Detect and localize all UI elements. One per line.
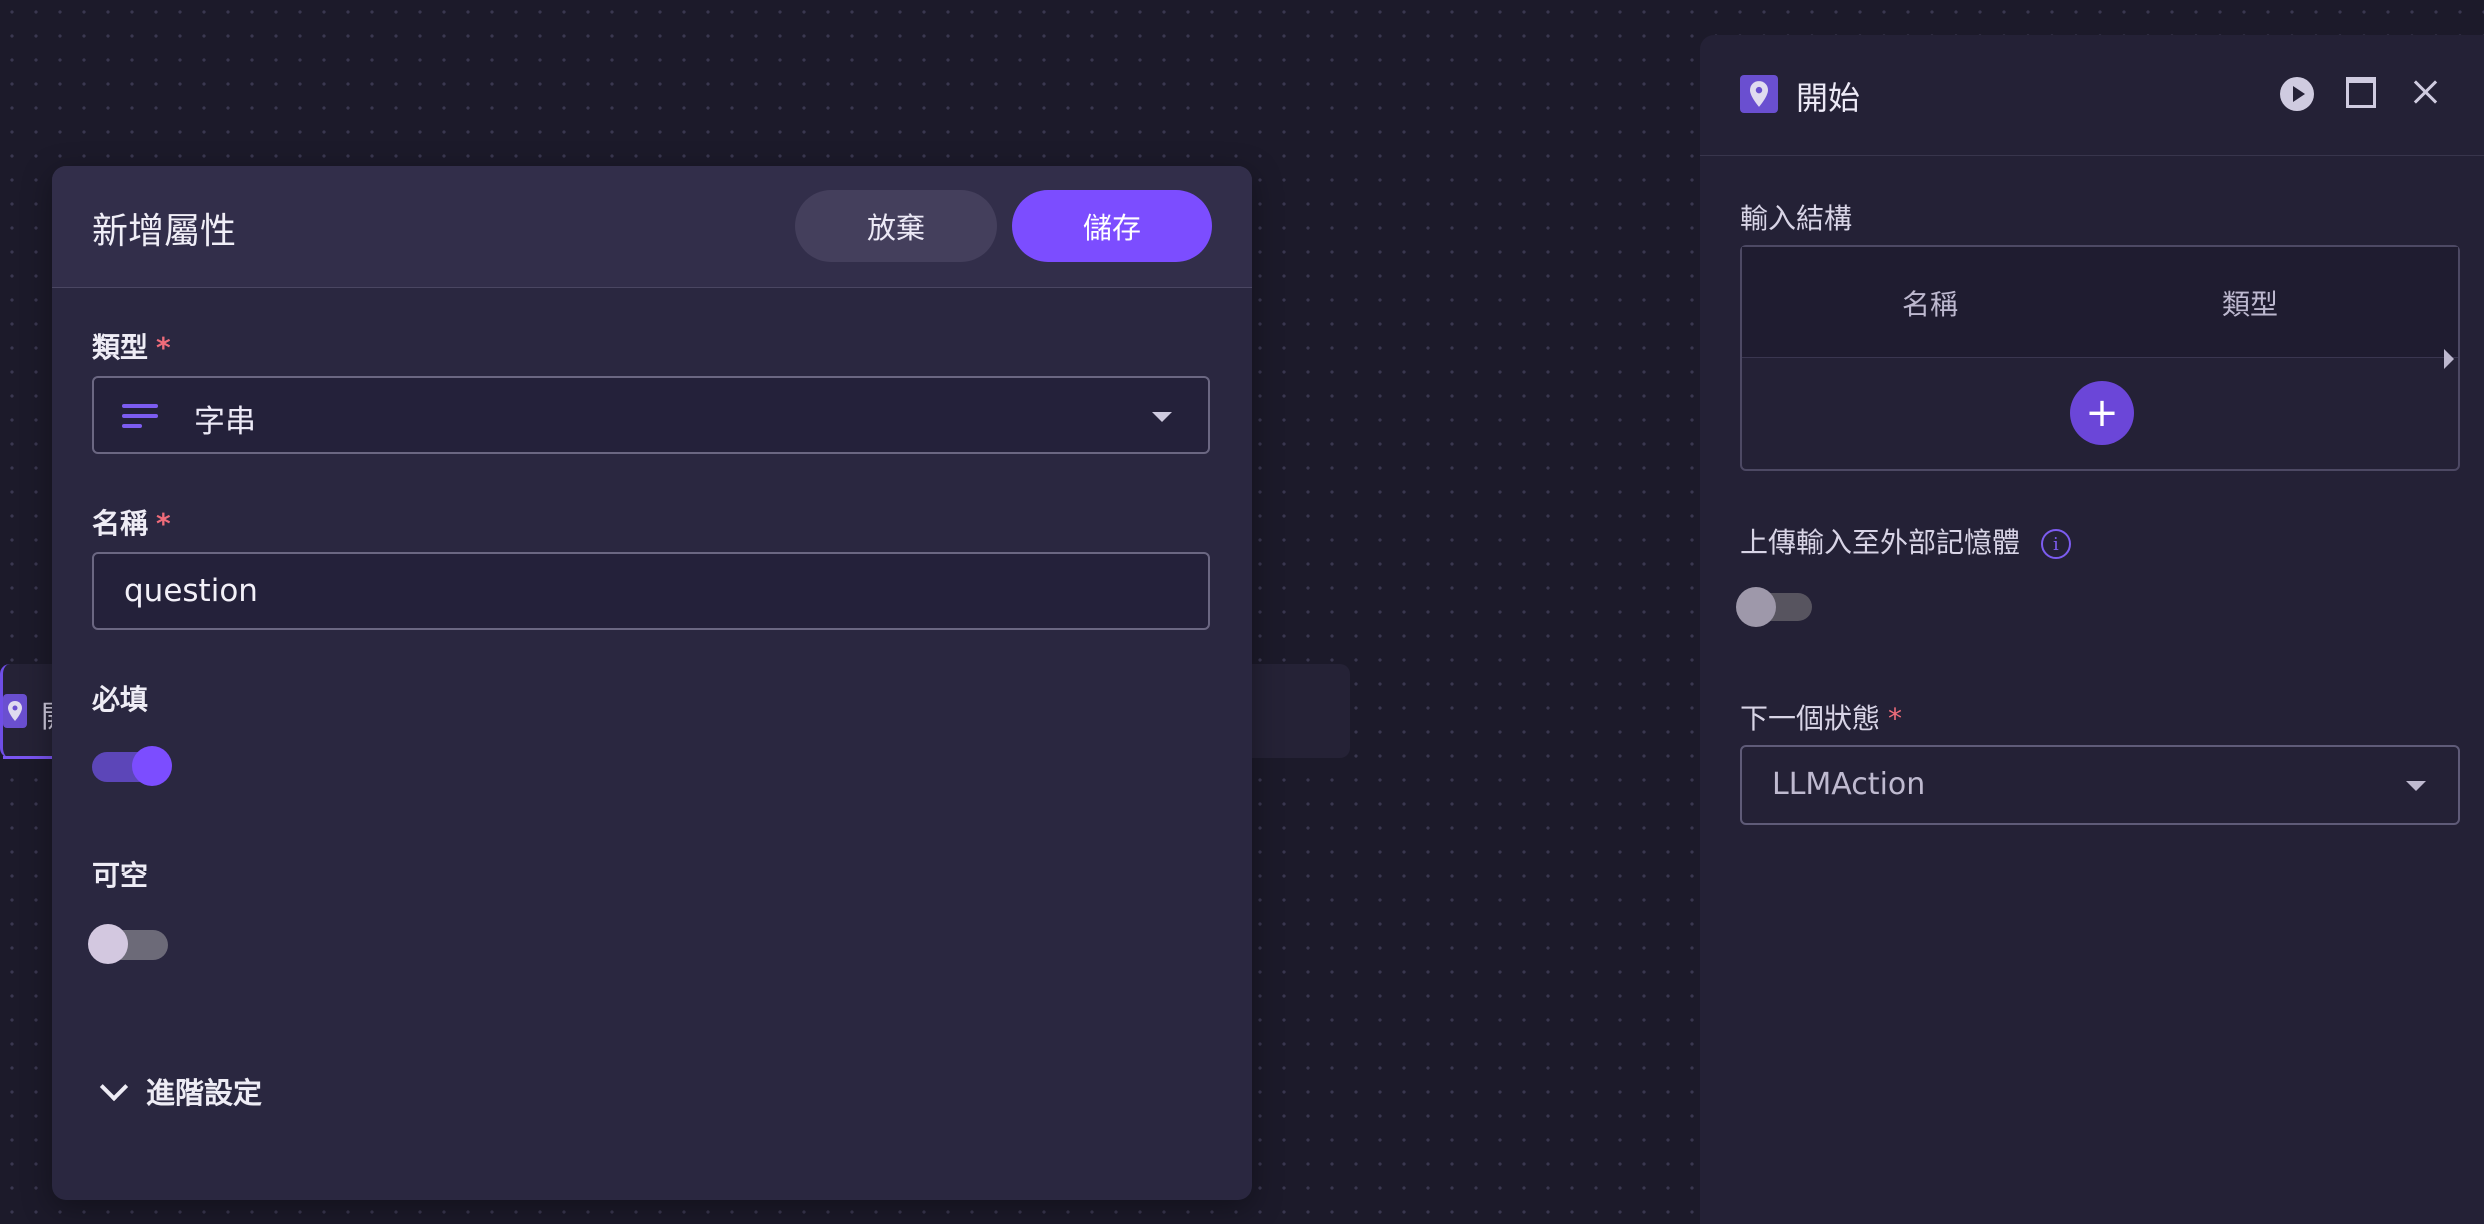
type-select-value: 字串 bbox=[194, 404, 256, 440]
advanced-settings-label: 進階設定 bbox=[146, 1076, 263, 1110]
type-label: 類型 * bbox=[92, 326, 171, 366]
upload-toggle[interactable] bbox=[1736, 587, 1812, 627]
close-icon[interactable] bbox=[2410, 77, 2440, 107]
type-label-text: 類型 bbox=[92, 331, 149, 364]
location-pin-icon bbox=[1740, 75, 1778, 113]
required-marker: * bbox=[156, 507, 171, 540]
column-header-type: 類型 bbox=[2222, 288, 2279, 321]
upload-input-label-text: 上傳輸入至外部記憶體 bbox=[1740, 526, 2021, 559]
discard-button[interactable]: 放棄 bbox=[795, 190, 997, 262]
chevron-down-icon bbox=[99, 1072, 129, 1102]
advanced-settings-toggle[interactable]: 進階設定 bbox=[98, 1070, 262, 1112]
start-node-panel: 開始 輸入結構 名稱 類型 + 上傳輸入至外部記憶體 i 下一個狀態 * LLMA… bbox=[1700, 35, 2484, 1224]
nullable-label: 可空 bbox=[92, 859, 149, 892]
next-state-value: LLMAction bbox=[1772, 767, 1926, 802]
location-pin-icon bbox=[3, 694, 27, 728]
name-input[interactable]: question bbox=[92, 552, 1210, 630]
add-field-button[interactable]: + bbox=[2070, 381, 2134, 445]
next-state-label: 下一個狀態 * bbox=[1740, 697, 1902, 737]
save-button[interactable]: 儲存 bbox=[1012, 190, 1212, 262]
table-header: 名稱 類型 bbox=[1742, 247, 2458, 358]
input-schema-label: 輸入結構 bbox=[1740, 202, 1853, 235]
name-label: 名稱 * bbox=[92, 502, 171, 542]
play-icon[interactable] bbox=[2280, 77, 2314, 111]
upload-input-label: 上傳輸入至外部記憶體 i bbox=[1740, 521, 2071, 561]
toggle-knob bbox=[132, 746, 172, 786]
panel-title: 開始 bbox=[1796, 79, 1861, 117]
required-label: 必填 bbox=[92, 683, 149, 716]
info-icon[interactable]: i bbox=[2040, 529, 2071, 559]
toggle-knob bbox=[1736, 587, 1776, 627]
add-property-dialog: 新增屬性 放棄 儲存 類型 * 字串 名稱 * question 必填 可空 進階設… bbox=[52, 166, 1252, 1200]
dialog-title: 新增屬性 bbox=[92, 211, 237, 252]
next-state-label-text: 下一個狀態 bbox=[1740, 702, 1881, 735]
required-marker: * bbox=[156, 331, 171, 364]
required-toggle[interactable] bbox=[92, 746, 172, 786]
dialog-header: 新增屬性 放棄 儲存 bbox=[52, 166, 1252, 288]
next-state-select[interactable]: LLMAction bbox=[1740, 745, 2460, 825]
nullable-toggle[interactable] bbox=[88, 924, 168, 964]
input-schema-table: 名稱 類型 + bbox=[1740, 245, 2460, 471]
maximize-icon[interactable] bbox=[2346, 77, 2376, 108]
required-marker: * bbox=[1888, 702, 1903, 735]
chevron-down-icon bbox=[1152, 412, 1172, 422]
toggle-knob bbox=[88, 924, 128, 964]
column-header-name: 名稱 bbox=[1902, 288, 1959, 321]
name-label-text: 名稱 bbox=[92, 507, 149, 540]
text-lines-icon bbox=[122, 404, 158, 434]
scroll-right-arrow-icon[interactable] bbox=[2444, 349, 2454, 369]
type-select[interactable]: 字串 bbox=[92, 376, 1210, 454]
chevron-down-icon bbox=[2406, 781, 2426, 791]
panel-header: 開始 bbox=[1700, 35, 2484, 156]
